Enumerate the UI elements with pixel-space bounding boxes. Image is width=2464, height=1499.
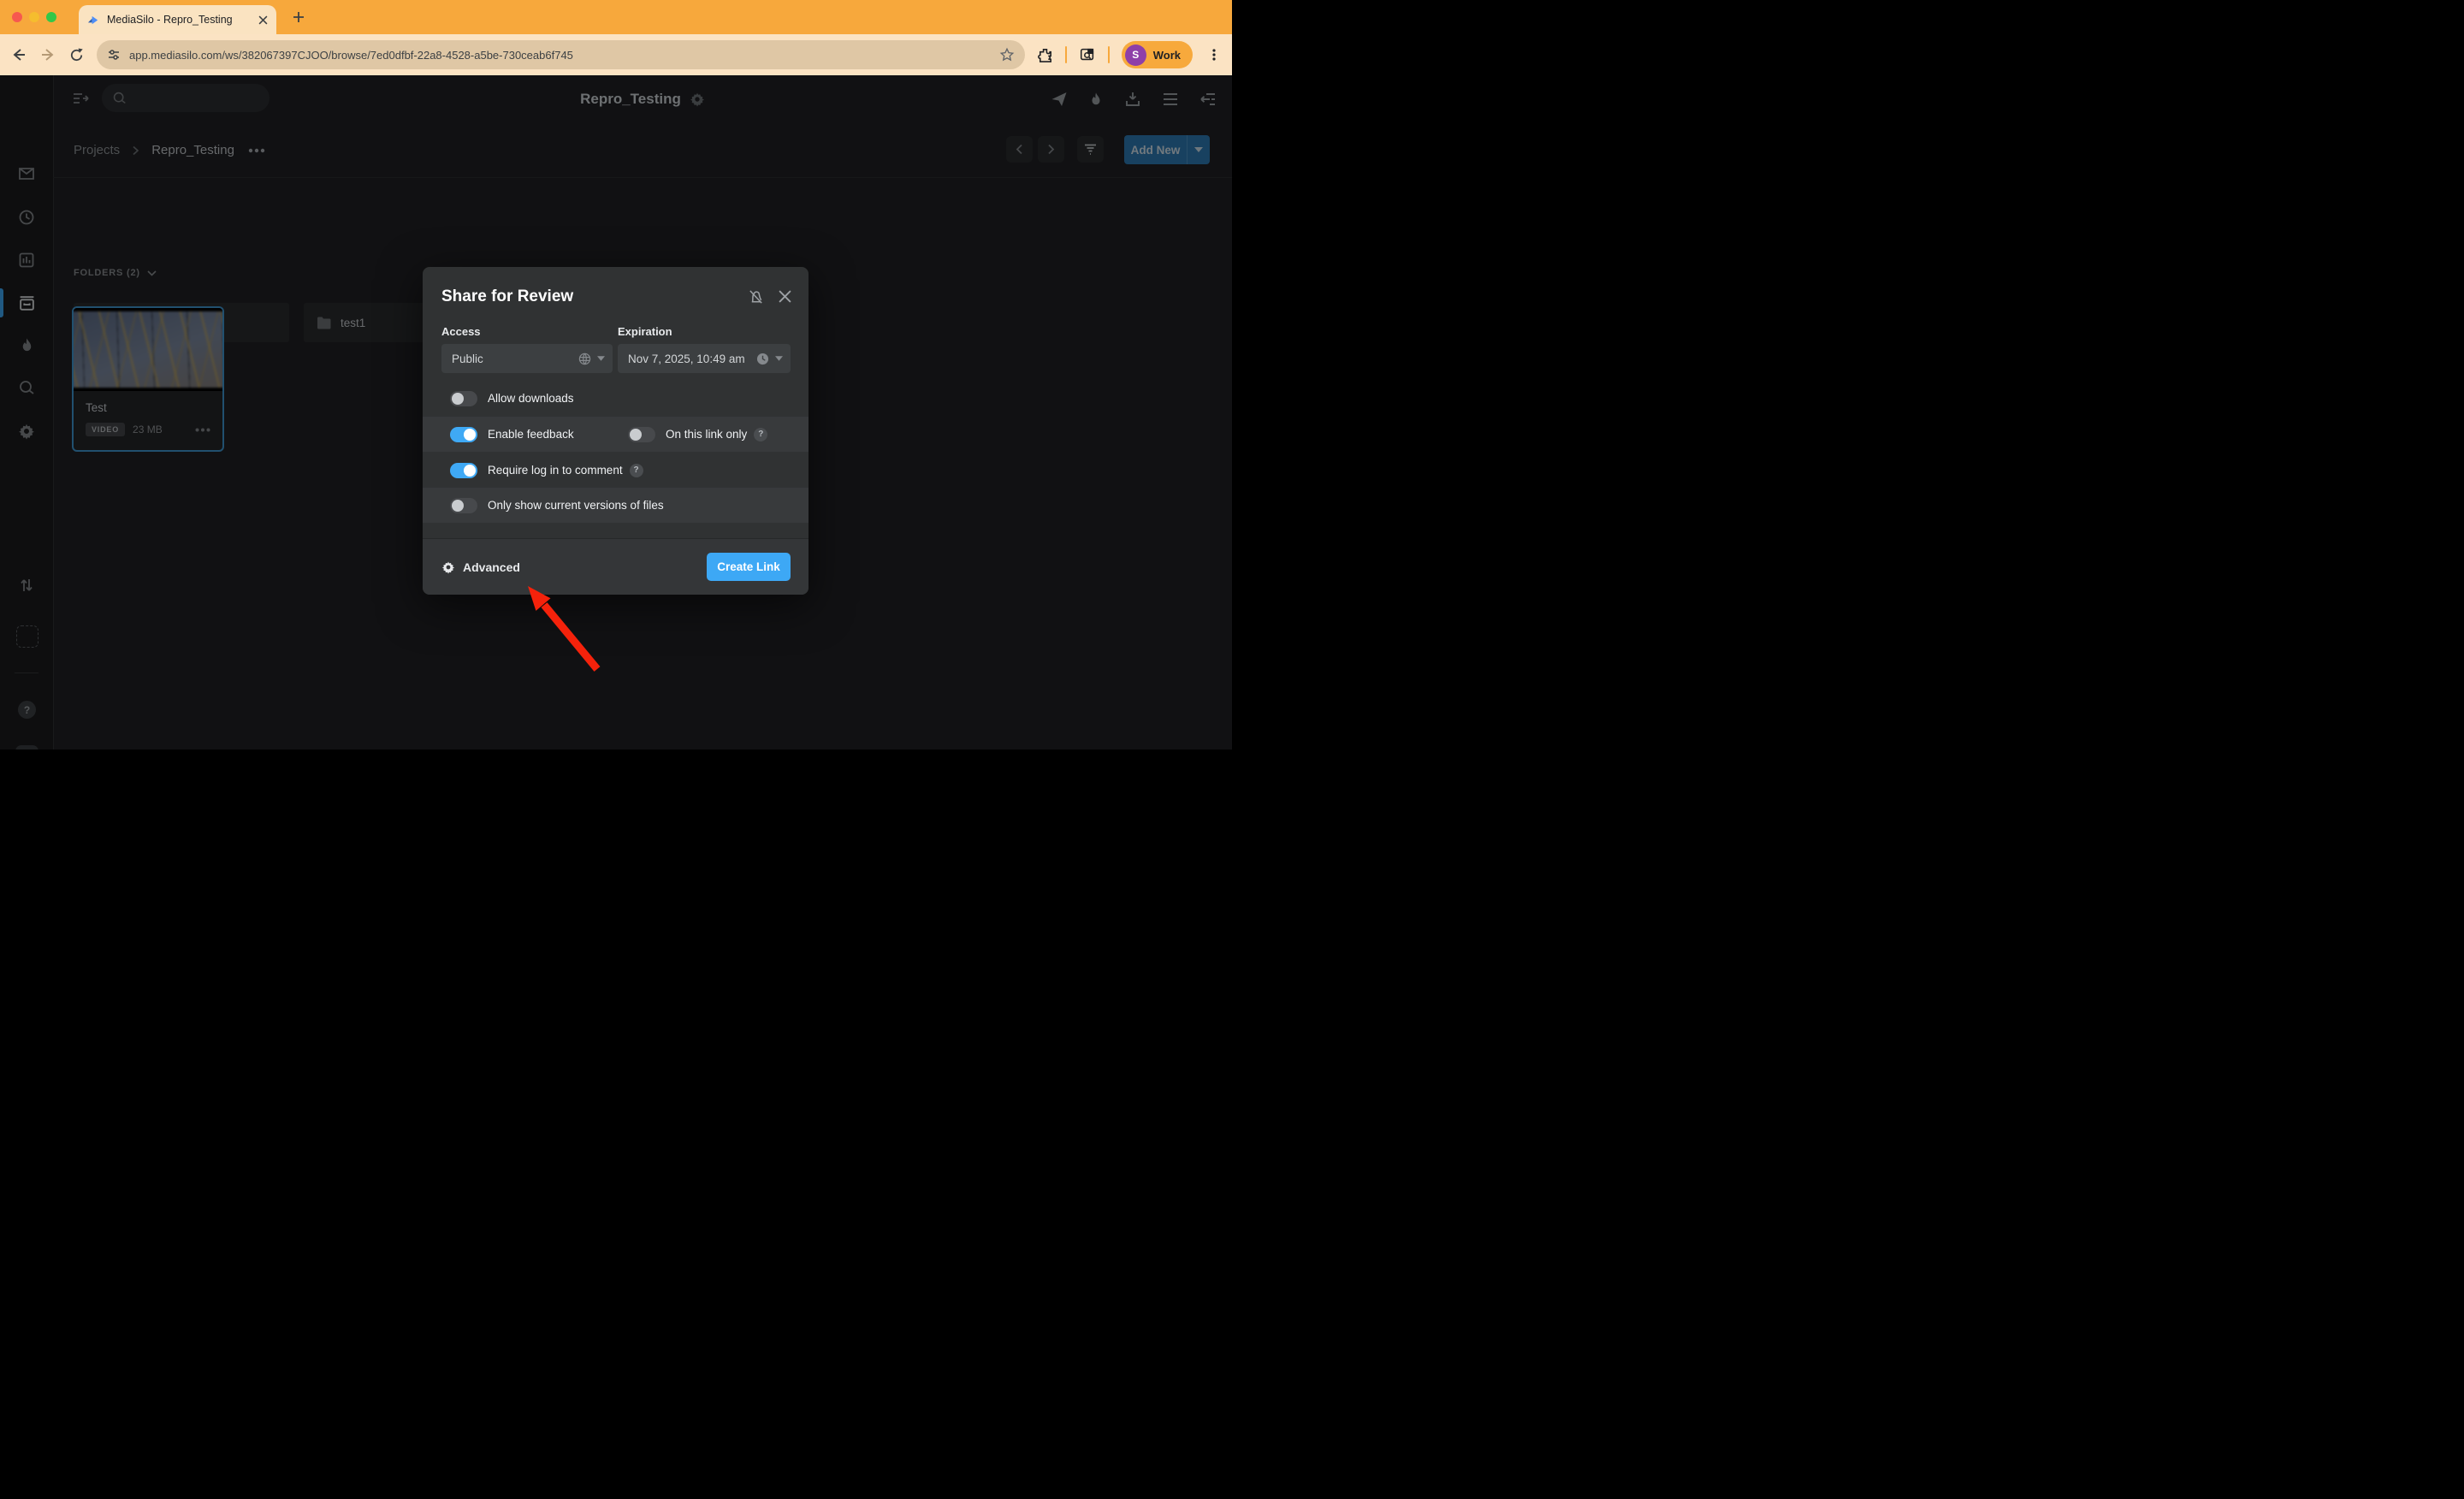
- tab-search-icon[interactable]: [1079, 46, 1096, 63]
- option-row-require-login: Require log in to comment ?: [423, 453, 808, 488]
- option-row-allow-downloads: Allow downloads: [423, 381, 808, 416]
- require-login-label: Require log in to comment: [488, 464, 623, 477]
- close-window-button[interactable]: [12, 12, 22, 22]
- create-link-button[interactable]: Create Link: [707, 553, 791, 581]
- new-tab-icon[interactable]: [291, 9, 306, 25]
- toolbar-divider: [1108, 46, 1110, 63]
- toolbar-divider: [1065, 46, 1067, 63]
- option-row-current-versions: Only show current versions of files: [423, 488, 808, 523]
- close-icon[interactable]: [779, 290, 791, 303]
- enable-feedback-toggle[interactable]: [450, 427, 477, 442]
- expiration-select[interactable]: Nov 7, 2025, 10:49 am: [618, 344, 791, 373]
- access-select[interactable]: Public: [441, 344, 613, 373]
- allow-downloads-label: Allow downloads: [488, 392, 574, 405]
- access-value: Public: [452, 353, 572, 365]
- profile-label: Work: [1153, 49, 1181, 62]
- expiration-value: Nov 7, 2025, 10:49 am: [628, 353, 750, 365]
- advanced-button[interactable]: Advanced: [441, 539, 520, 595]
- browser-window: MediaSilo - Repro_Testing app.mediasilo.…: [0, 0, 1232, 750]
- help-icon[interactable]: ?: [630, 464, 643, 477]
- help-icon[interactable]: ?: [754, 428, 767, 441]
- minimize-window-button[interactable]: [29, 12, 39, 22]
- require-login-toggle[interactable]: [450, 463, 477, 478]
- advanced-label: Advanced: [463, 560, 520, 574]
- kebab-menu-icon[interactable]: [1206, 47, 1222, 62]
- profile-chip[interactable]: S Work: [1122, 41, 1193, 68]
- globe-icon: [578, 353, 591, 365]
- browser-tab[interactable]: MediaSilo - Repro_Testing: [79, 5, 276, 34]
- url-bar[interactable]: app.mediasilo.com/ws/382067397CJOO/brows…: [97, 40, 1025, 69]
- forward-icon[interactable]: [39, 46, 56, 63]
- create-link-label: Create Link: [717, 560, 780, 573]
- on-this-link-only-label: On this link only: [666, 428, 747, 441]
- expiration-label: Expiration: [618, 325, 672, 338]
- mediasilo-logo: [87, 14, 100, 27]
- tune-icon[interactable]: [107, 48, 121, 62]
- tab-close-icon[interactable]: [258, 15, 268, 25]
- current-versions-toggle[interactable]: [450, 498, 477, 513]
- option-row-enable-feedback: Enable feedback On this link only ?: [423, 417, 808, 452]
- gear-icon: [441, 560, 455, 574]
- back-icon[interactable]: [10, 46, 27, 63]
- caret-down-icon: [597, 356, 605, 361]
- url-text[interactable]: app.mediasilo.com/ws/382067397CJOO/brows…: [129, 49, 991, 62]
- bookmark-star-icon[interactable]: [999, 47, 1015, 62]
- caret-down-icon: [775, 356, 783, 361]
- window-controls[interactable]: [12, 12, 56, 22]
- share-for-review-dialog: Share for Review Access Expiration Publi…: [423, 267, 808, 595]
- enable-feedback-label: Enable feedback: [488, 428, 574, 441]
- clock-icon: [756, 353, 769, 365]
- browser-toolbar: app.mediasilo.com/ws/382067397CJOO/brows…: [0, 34, 1232, 75]
- allow-downloads-toggle[interactable]: [450, 391, 477, 406]
- tab-strip: MediaSilo - Repro_Testing: [0, 0, 1232, 34]
- tab-title: MediaSilo - Repro_Testing: [107, 14, 252, 26]
- current-versions-label: Only show current versions of files: [488, 499, 664, 512]
- avatar: S: [1125, 44, 1146, 66]
- dialog-title: Share for Review: [441, 287, 573, 306]
- access-label: Access: [441, 325, 481, 338]
- on-this-link-only-toggle[interactable]: [628, 427, 655, 442]
- reload-icon[interactable]: [68, 47, 85, 63]
- red-arrow: [513, 573, 616, 680]
- maximize-window-button[interactable]: [46, 12, 56, 22]
- notifications-off-icon[interactable]: [748, 289, 764, 305]
- extensions-icon[interactable]: [1037, 47, 1053, 63]
